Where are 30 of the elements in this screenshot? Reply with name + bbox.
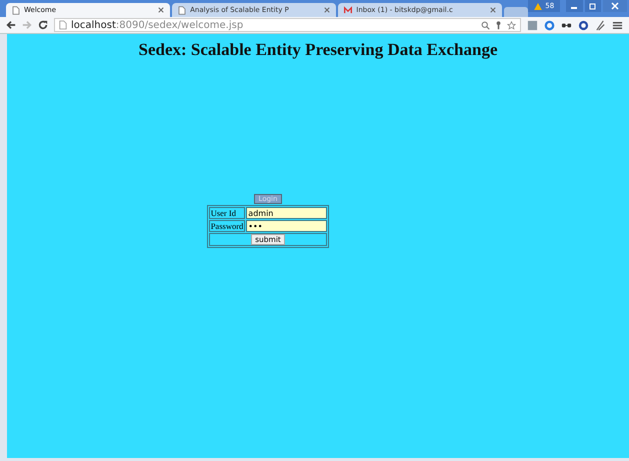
extension-icon[interactable]: [527, 20, 538, 30]
sync-icon[interactable]: [544, 20, 555, 30]
input-field[interactable]: admin: [247, 208, 326, 218]
input-field[interactable]: •••: [247, 221, 326, 231]
close-icon[interactable]: [158, 7, 164, 13]
close-icon[interactable]: [490, 7, 496, 13]
menu-icon[interactable]: [612, 20, 623, 30]
pen-icon[interactable]: [595, 20, 606, 30]
page-icon: [178, 6, 186, 14]
key-icon[interactable]: [494, 20, 503, 30]
warning-icon: [534, 2, 542, 10]
zoom-icon[interactable]: [481, 20, 490, 30]
field-label: Password: [208, 220, 246, 232]
close-window-button[interactable]: [603, 0, 627, 12]
restore-button[interactable]: [584, 0, 602, 12]
page-title: Sedex: Scalable Entity Preserving Data Exchange: [138, 40, 498, 60]
mail-icon: [344, 6, 352, 14]
url-text: localhost:8090/sedex/welcome.jsp: [71, 20, 244, 30]
close-icon[interactable]: [324, 7, 330, 13]
star-icon[interactable]: [507, 20, 516, 30]
address-bar[interactable]: localhost:8090/sedex/welcome.jsp: [54, 18, 521, 32]
page-icon: [12, 6, 20, 14]
page-icon: [59, 20, 67, 30]
reload-icon[interactable]: [38, 20, 48, 30]
field-label: User Id: [208, 207, 246, 219]
close-icon: [611, 2, 620, 10]
circle-icon[interactable]: [578, 20, 589, 30]
restore-icon: [588, 2, 597, 10]
back-icon[interactable]: [6, 20, 16, 30]
minimize-button[interactable]: [566, 0, 583, 12]
